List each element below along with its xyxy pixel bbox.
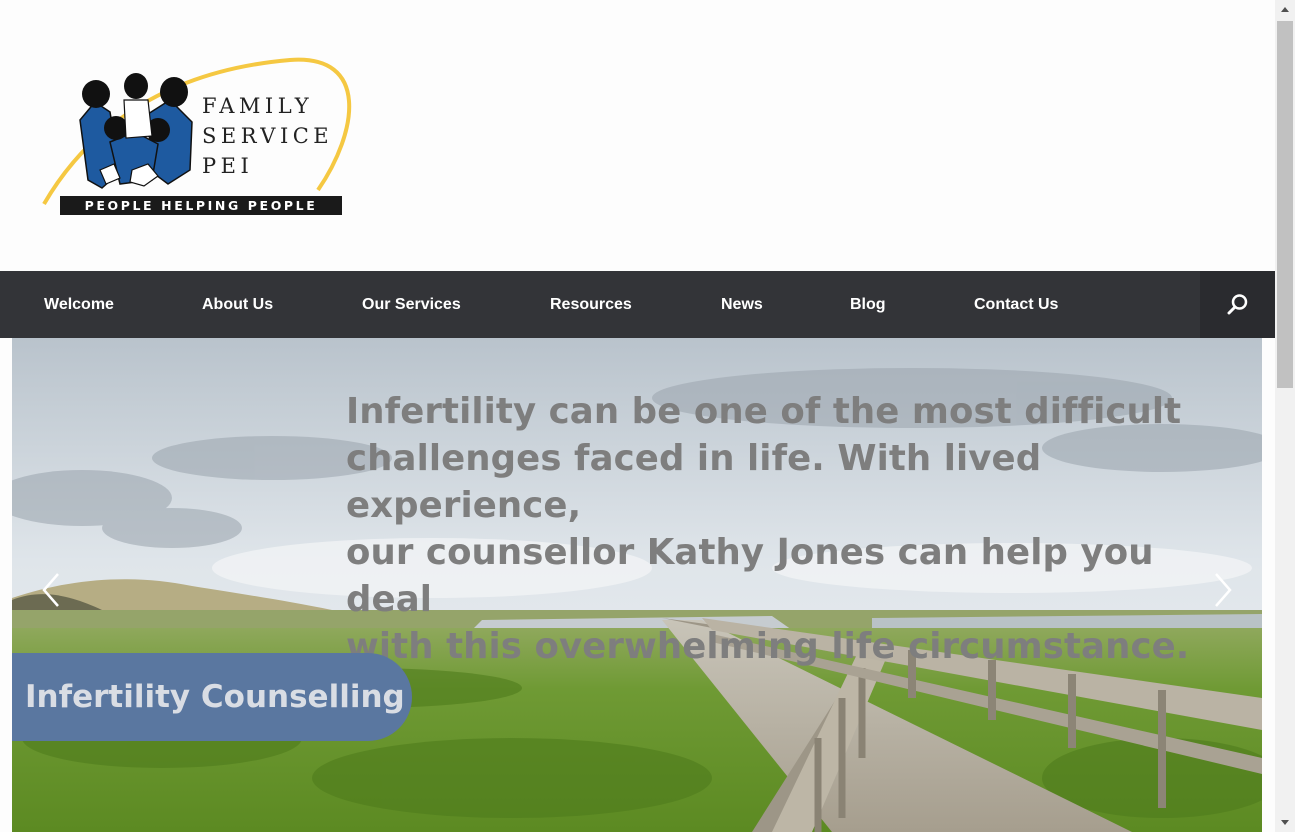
logo-text-family: FAMILY [202,94,314,118]
hero-message-line: with this overwhelming life circumstance… [346,626,1190,667]
nav-item-blog[interactable]: Blog [850,271,886,338]
hero-message-line: our counsellor Kathy Jones can help you … [346,532,1154,620]
nav-item-about-us[interactable]: About Us [202,271,273,338]
chevron-right-icon[interactable] [1208,570,1238,610]
logo-text-service: SERVICE [202,124,334,148]
nav-item-contact-us[interactable]: Contact Us [974,271,1058,338]
main-nav: Welcome About Us Our Services Resources … [0,271,1275,338]
chevron-left-icon[interactable] [38,570,68,610]
hero-badge[interactable]: Infertility Counselling [12,653,412,741]
site-header: FAMILY SERVICE PEI PEOPLE HELPING PEOPLE [0,0,1275,271]
nav-item-resources[interactable]: Resources [550,271,632,338]
page: FAMILY SERVICE PEI PEOPLE HELPING PEOPLE… [0,0,1275,832]
scrollbar-thumb[interactable] [1277,21,1293,388]
hero-badge-label: Infertility Counselling [25,679,405,715]
logo-tagline: PEOPLE HELPING PEOPLE [60,196,342,215]
search-button[interactable] [1200,271,1275,338]
search-icon [1227,294,1248,315]
logo-text-pei: PEI [202,154,254,178]
hero-message: Infertility can be one of the most diffi… [346,388,1226,670]
hero-message-line: challenges faced in life. With lived exp… [346,438,1042,526]
page-scrollbar[interactable] [1275,0,1295,832]
scroll-up-arrow-icon[interactable] [1275,0,1295,20]
hero-message-line: Infertility can be one of the most diffi… [346,391,1182,432]
hero-slider: Infertility can be one of the most diffi… [12,338,1262,832]
scroll-down-arrow-icon[interactable] [1275,812,1295,832]
nav-item-news[interactable]: News [721,271,763,338]
nav-item-our-services[interactable]: Our Services [362,271,461,338]
site-logo[interactable]: FAMILY SERVICE PEI PEOPLE HELPING PEOPLE [40,52,360,220]
nav-item-welcome[interactable]: Welcome [44,271,114,338]
